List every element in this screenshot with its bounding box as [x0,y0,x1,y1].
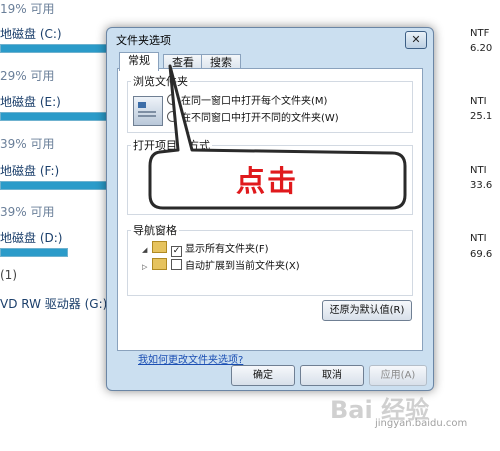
callout-bubble [148,64,407,210]
callout-text: 点击 [236,164,299,198]
watermark-url: jingyan.baidu.com [375,418,468,429]
tab-general[interactable]: 常规 [119,52,159,71]
